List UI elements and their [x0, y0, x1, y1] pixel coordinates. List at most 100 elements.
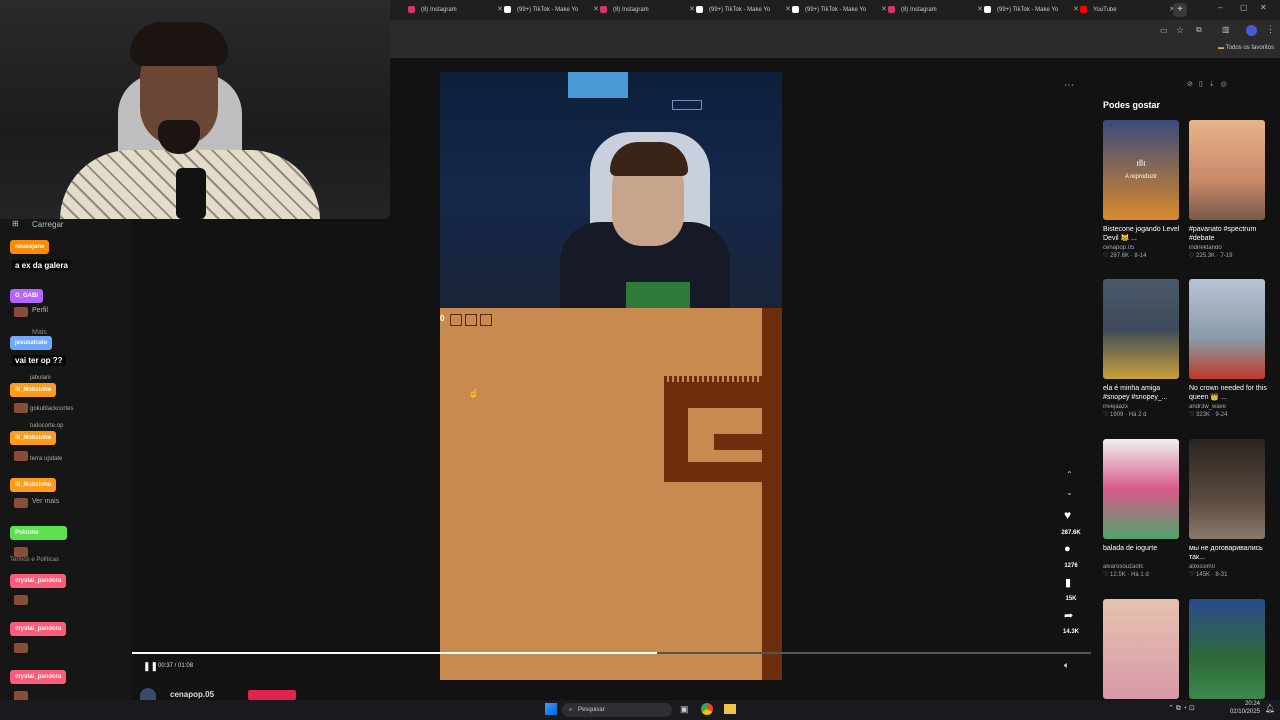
browser-tab-active[interactable]: YouTube✕	[1080, 3, 1175, 17]
minimize-window-button[interactable]: –	[1218, 3, 1222, 12]
suggestion-card[interactable]: ela é minha amiga #snopey #snopey_... in…	[1103, 279, 1181, 418]
game-ledge	[714, 434, 762, 450]
terms-link[interactable]: Termos e Políticas	[10, 557, 59, 563]
pause-icon[interactable]: ❚❚	[143, 661, 158, 672]
account-link[interactable]: terra update	[30, 456, 62, 462]
account-icon[interactable]: ◎	[1221, 81, 1233, 88]
suggestion-stats: ♡ 145K · 8-31	[1189, 572, 1228, 578]
game-area: 0 ☝	[440, 308, 782, 680]
suggestion-card[interactable]: A reproduzir ıllı Bistecone jogando Leve…	[1103, 120, 1181, 259]
save-icon[interactable]: ▮	[1065, 576, 1071, 589]
suggestion-author: andr3w_wave	[1189, 404, 1227, 410]
close-tab-icon[interactable]: ✕	[785, 3, 791, 17]
compass-icon[interactable]: ⊘	[1187, 81, 1199, 88]
cast-icon[interactable]: ▭	[1160, 26, 1168, 35]
search-icon: ⌕	[569, 707, 573, 713]
all-bookmarks-link[interactable]: ▬ Todos os favoritos	[1218, 45, 1274, 51]
life-box	[465, 314, 477, 326]
profile-link[interactable]: Perfil	[32, 307, 48, 314]
microphone	[176, 168, 206, 219]
chat-username: jesusalcalo	[10, 336, 53, 350]
notification-icon[interactable]: 🔔︎	[1265, 704, 1275, 713]
maximize-window-button[interactable]: ▢	[1240, 3, 1248, 12]
suggestion-thumbnail	[1103, 279, 1179, 379]
like-icon[interactable]: ♥	[1064, 508, 1071, 522]
new-tab-button[interactable]: +	[1173, 3, 1187, 17]
upload-link[interactable]: Carregar	[32, 220, 64, 229]
tiktok-icon	[792, 5, 799, 13]
bookmark-star-icon[interactable]: ☆	[1176, 25, 1184, 36]
chat-username: lil_Mobzinho	[10, 383, 57, 397]
browser-tab[interactable]: (8) Instagram ✕	[600, 3, 695, 17]
suggestion-card[interactable]	[1189, 599, 1267, 699]
author-avatar[interactable]	[140, 688, 156, 700]
browser-tab[interactable]: (99+) TikTok - Make Yo ✕	[792, 3, 887, 17]
browser-tab[interactable]: (99+) TikTok - Make Yo ✕	[504, 3, 599, 17]
chat-username: neuesjane	[10, 240, 50, 254]
next-video-icon[interactable]: ⌄	[1066, 488, 1073, 497]
suggestion-card[interactable]: No crown needed for this queen 👑 ... and…	[1189, 279, 1267, 418]
webcam-overlay	[0, 0, 390, 219]
comment-icon[interactable]: ●	[1064, 543, 1071, 555]
chat-username: Pokinho	[10, 526, 67, 540]
account-link[interactable]: jabulani	[30, 375, 51, 381]
previous-video-icon[interactable]: ⌃	[1066, 470, 1073, 479]
account-link[interactable]: tudocorte.op	[30, 423, 63, 429]
file-explorer-icon[interactable]	[724, 704, 736, 714]
account-link[interactable]: gokublackcortes	[30, 406, 73, 412]
download-icon[interactable]: ⇣	[1209, 81, 1221, 88]
browser-menu-icon[interactable]: ⋮	[1266, 24, 1275, 35]
suggestion-card[interactable]: #pavanato #spectrum #debate indirektando…	[1189, 120, 1267, 259]
see-more-link[interactable]: Ver mais	[32, 498, 59, 505]
close-window-button[interactable]: ✕	[1260, 3, 1267, 12]
chat-username: lil_Mobzinho	[10, 431, 57, 445]
close-tab-icon[interactable]: ✕	[497, 3, 503, 17]
suggestion-author: allxissim0	[1189, 564, 1216, 570]
close-tab-icon[interactable]: ✕	[881, 3, 887, 17]
suggestion-caption: ela é minha amiga #snopey #snopey_...	[1103, 385, 1168, 401]
instagram-icon	[600, 5, 607, 13]
browser-tab[interactable]: (99+) TikTok - Make Yo ✕	[696, 3, 791, 17]
more-link[interactable]: Mais	[32, 329, 47, 336]
suggestion-thumbnail	[1103, 599, 1179, 699]
extensions-icon[interactable]: ⧉	[1196, 25, 1202, 35]
close-tab-icon[interactable]: ✕	[593, 3, 599, 17]
more-options-icon[interactable]: ⋯	[1064, 80, 1074, 91]
browser-tab[interactable]: (99+) TikTok - Make Yo ✕	[984, 3, 1079, 17]
suggestion-caption: мы не договаривались так...	[1189, 545, 1263, 561]
sidebar-toggle-icon[interactable]: ▥	[1222, 25, 1230, 34]
suggestion-author: indirektando	[1189, 245, 1222, 251]
youtube-icon	[1080, 5, 1087, 13]
chat-message: a ex da galera	[12, 260, 71, 271]
task-view-icon[interactable]: ▣	[680, 704, 689, 715]
chat-avatar	[14, 403, 28, 413]
suggestion-card[interactable]: balada de iogurte alvarosouzaofc ♡ 12.5K…	[1103, 439, 1181, 578]
device-icon[interactable]: ▯	[1199, 81, 1209, 88]
browser-tab-bar: (8) Instagram ✕ (99+) TikTok - Make Yo ✕ (…	[390, 0, 1280, 20]
suggestion-card[interactable]: мы не договаривались так... allxissim0 ♡…	[1189, 439, 1267, 578]
suggestion-caption: Bistecone jogando Level Devil 😹 ...	[1103, 226, 1180, 242]
suggestion-caption: #pavanato #spectrum #debate	[1189, 226, 1257, 242]
taskbar-search[interactable]: ⌕ Pesquisar	[562, 703, 672, 717]
upload-icon[interactable]: ⊞	[12, 219, 19, 228]
game-counter: 0	[440, 314, 445, 323]
windows-start-icon[interactable]	[545, 703, 557, 715]
close-tab-icon[interactable]: ✕	[1073, 3, 1079, 17]
browser-tab[interactable]: (8) Instagram ✕	[408, 3, 503, 17]
browser-tab[interactable]: (8) Instagram ✕	[888, 3, 983, 17]
like-count: 287.6K	[1061, 530, 1081, 536]
tray-icons[interactable]: ⌃ ⧉ ◔ ⊡	[1168, 704, 1195, 713]
panel-icons: ⊘▯⇣◎	[1187, 80, 1233, 88]
follow-button[interactable]	[248, 690, 296, 700]
tiktok-icon	[984, 5, 991, 13]
author-name[interactable]: cenapop.05	[170, 690, 214, 699]
video-frame[interactable]: 0 ☝	[440, 72, 782, 680]
video-progress-bar[interactable]	[132, 652, 1091, 654]
share-icon[interactable]: ➦	[1064, 609, 1073, 622]
volume-icon[interactable]: 🔈︎	[1064, 660, 1069, 671]
close-tab-icon[interactable]: ✕	[977, 3, 983, 17]
chrome-icon[interactable]	[701, 703, 713, 715]
profile-avatar[interactable]	[1246, 25, 1257, 36]
suggestion-card[interactable]	[1103, 599, 1181, 699]
close-tab-icon[interactable]: ✕	[689, 3, 695, 17]
